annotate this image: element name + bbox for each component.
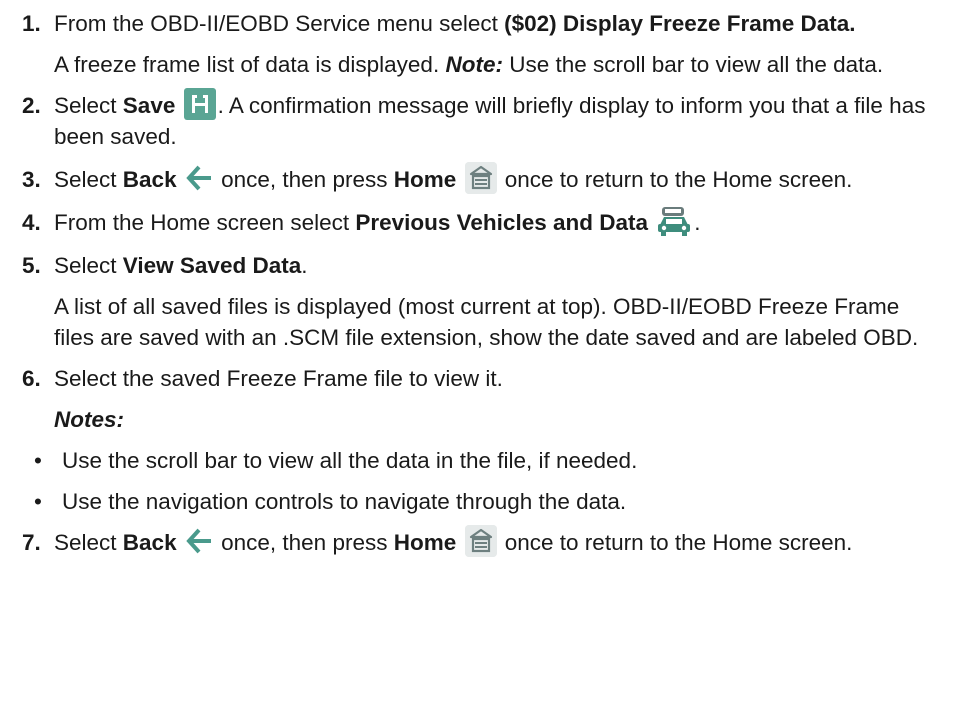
previous-vehicles-label: Previous Vehicles and Data [355,210,648,235]
home-label: Home [393,167,457,192]
step-5-result: A list of all saved files is displayed (… [54,294,919,350]
back-arrow-icon [185,527,213,555]
back-label: Back [122,167,177,192]
notes-heading: Notes: [54,407,125,432]
step-number: 1. [22,11,41,36]
bullet-icon: • [34,489,42,514]
home-label: Home [393,530,457,555]
step-text: From the OBD-II/EOBD Service menu select [54,11,505,36]
home-icon [464,525,497,558]
step-1-result: A freeze frame list of data is displayed… [54,52,884,77]
bullet-icon: • [34,448,42,473]
step-number: 7. [22,530,41,555]
step-5: 5. Select View Saved Data. [14,250,941,281]
instructions-document: 1. From the OBD-II/EOBD Service menu sel… [0,0,961,722]
save-icon [183,88,216,121]
list-item: • Use the navigation controls to navigat… [34,486,941,517]
step-7: 7. Select Back once, then press Home onc… [14,525,941,558]
note-label: Note: [445,52,503,77]
step-number: 6. [22,366,41,391]
list-item: • Use the scroll bar to view all the dat… [34,445,941,476]
step-6: 6. Select the saved Freeze Frame file to… [14,363,941,394]
view-saved-data-label: View Saved Data [122,253,302,278]
step-3: 3. Select Back once, then press Home onc… [14,162,941,195]
menu-option: ($02) Display Freeze Frame Data. [504,11,856,36]
step-2: 2. Select Save . A confirmation message … [14,88,941,152]
step-4: 4. From the Home screen select Previous … [14,207,941,238]
back-arrow-icon [185,164,213,192]
step-1: 1. From the OBD-II/EOBD Service menu sel… [14,8,941,39]
previous-vehicles-icon [656,205,692,237]
back-label: Back [122,530,177,555]
step-number: 5. [22,253,41,278]
save-label: Save [122,93,176,118]
home-icon [464,162,497,195]
step-number: 3. [22,167,41,192]
step-number: 4. [22,210,41,235]
step-number: 2. [22,93,41,118]
